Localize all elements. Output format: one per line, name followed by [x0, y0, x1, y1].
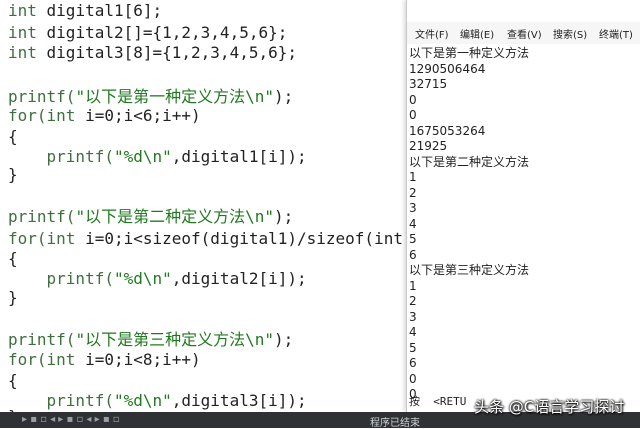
code-line-10: for(int i=0;i<sizeof(digital1)/sizeof(in… [8, 228, 413, 250]
code-line-1: int digital1[6]; [8, 0, 162, 22]
code-string: "%d\n" [113, 269, 172, 288]
code-text: digital3[8]={1,2,3,4,5,6}; [36, 43, 297, 62]
code-line-17: printf("%d\n",digital3[i]); [8, 390, 307, 412]
code-line-9: printf("以下是第二种定义方法\n"); [8, 206, 293, 228]
code-line-11: { [8, 248, 18, 270]
terminal-output-line: 2 [409, 185, 417, 200]
code-string: "以下是第二种定义方法\n" [75, 207, 274, 226]
terminal-output-line: 以下是第三种定义方法 [409, 263, 530, 277]
code-keyword: printf( [8, 391, 114, 410]
terminal-output-line: 2 [409, 294, 417, 308]
code-string: "以下是第三种定义方法\n" [75, 330, 274, 349]
code-keyword: for(int [8, 229, 76, 248]
code-string: "以下是第一种定义方法\n" [75, 87, 274, 106]
terminal-output-line: 1 [409, 170, 417, 184]
code-line-8: } [8, 164, 18, 186]
code-text: } [8, 288, 18, 307]
terminal-window[interactable]: 文件(F) 编辑(E) 查看(V) 搜索(S) 终端(T) 以下是第一种定义方法… [406, 0, 640, 412]
terminal-output-line: 1 [409, 278, 417, 293]
code-keyword: printf( [8, 269, 114, 288]
code-text: ,digital1[i]); [171, 147, 307, 166]
code-keyword: for(int [8, 350, 76, 369]
code-text: i=0;i<6;i++) [75, 106, 201, 125]
code-text: i=0;i<8;i++) [75, 350, 201, 369]
code-text: ); [273, 87, 294, 106]
code-line-5: for(int i=0;i<6;i++) [8, 105, 201, 127]
code-line-13: } [8, 287, 18, 309]
terminal-output-line: 1290506464 [409, 61, 486, 76]
code-text: ,digital3[i]); [171, 391, 307, 410]
code-text: ,digital2[i]); [171, 269, 307, 288]
terminal-output-line: 4 [409, 216, 417, 231]
code-text: digital1[6]; [36, 1, 163, 20]
menu-search[interactable]: 搜索(S) [553, 26, 587, 41]
menu-terminal[interactable]: 终端(T) [599, 26, 633, 41]
terminal-output-line: 3 [409, 309, 417, 324]
code-line-14: printf("以下是第三种定义方法\n"); [8, 329, 293, 351]
code-line-12: printf("%d\n",digital2[i]); [8, 268, 307, 290]
terminal-menubar: 文件(F) 编辑(E) 查看(V) 搜索(S) 终端(T) [407, 22, 640, 44]
terminal-output-line: 5 [409, 340, 417, 355]
menu-edit[interactable]: 编辑(E) [460, 26, 494, 41]
code-text: { [8, 127, 18, 146]
code-string: "%d\n" [113, 391, 172, 410]
code-text: } [8, 165, 18, 184]
terminal-prompt: 按 <RETU [409, 395, 467, 408]
taskbar-icons: ▸ ▪ ▫ ◂ ▸ ▪ ▫ ◂ ▸ ▪ ▫ [22, 414, 120, 425]
code-keyword: for(int [8, 106, 76, 125]
terminal-output-line: 以下是第二种定义方法 [409, 154, 530, 169]
terminal-output-line: 4 [409, 325, 417, 339]
code-keyword: int [8, 1, 37, 20]
terminal-output-line: 1675053264 [409, 123, 486, 138]
terminal-output-line: 0 [409, 108, 417, 122]
terminal-output-line: 6 [409, 356, 417, 370]
code-line-2: int digital2[]={1,2,3,4,5,6}; [8, 22, 287, 44]
code-text: ); [273, 330, 294, 349]
terminal-output-line: 3 [409, 201, 417, 215]
code-keyword: printf( [8, 330, 76, 349]
terminal-output-line: 21925 [409, 139, 448, 153]
code-text: { [8, 371, 18, 390]
code-text: ); [273, 207, 294, 226]
menu-file[interactable]: 文件(F) [415, 26, 449, 41]
code-text: i=0;i<sizeof(digital1)/sizeof(int) [75, 229, 413, 248]
code-keyword: printf( [8, 147, 114, 166]
taskbar-status: 程序已结束 [370, 418, 420, 429]
terminal-output-line: 5 [409, 232, 417, 246]
code-keyword: printf( [8, 207, 76, 226]
watermark: 头条 @C语言学习探讨 [474, 398, 625, 416]
code-line-6: { [8, 126, 18, 148]
code-text: digital2[]={1,2,3,4,5,6}; [36, 23, 288, 42]
terminal-output-line: 6 [409, 247, 417, 262]
code-line-15: for(int i=0;i<8;i++) [8, 349, 201, 371]
terminal-output-line: 32715 [409, 77, 448, 91]
code-line-7: printf("%d\n",digital1[i]); [8, 146, 307, 168]
code-line-3: int digital3[8]={1,2,3,4,5,6}; [8, 42, 297, 64]
code-string: "%d\n" [113, 147, 172, 166]
terminal-output-line: 0 [409, 371, 417, 386]
code-line-16: { [8, 370, 18, 392]
code-keyword: printf( [8, 87, 76, 106]
code-keyword: int [8, 23, 37, 42]
terminal-output-line: 以下是第一种定义方法 [409, 46, 530, 60]
code-text: { [8, 249, 18, 268]
terminal-output-line: 0 [409, 92, 417, 107]
menu-view[interactable]: 查看(V) [507, 26, 542, 41]
code-keyword: int [8, 43, 37, 62]
